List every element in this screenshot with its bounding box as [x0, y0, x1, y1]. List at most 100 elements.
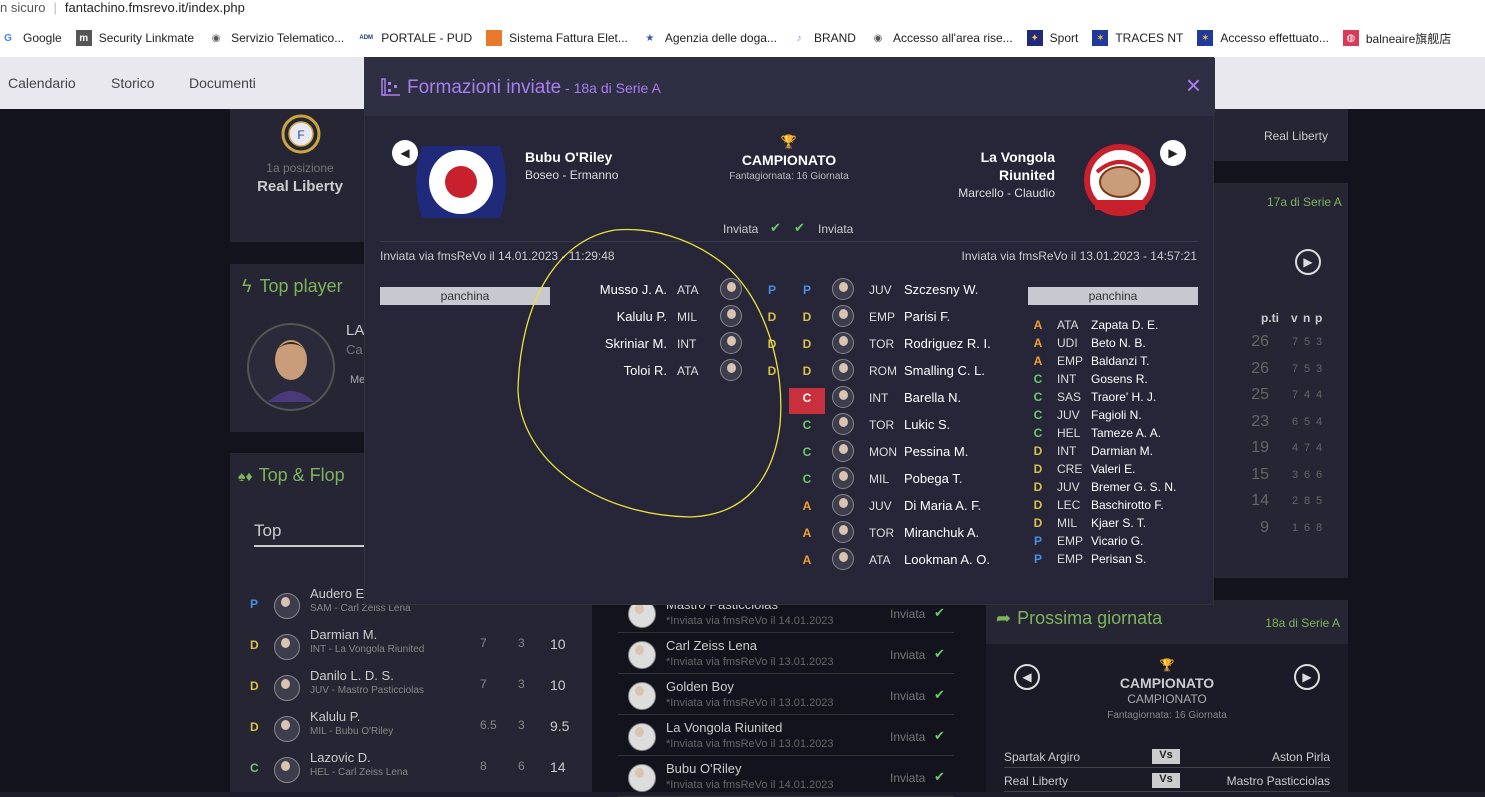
bench-player-club: EMP [1057, 552, 1084, 566]
tab-top[interactable]: Top [254, 521, 364, 547]
bookmark-item[interactable]: ◍ balneaire旗舰店 [1342, 30, 1451, 47]
bookmark-label: Security Linkmate [98, 31, 195, 45]
stat-b: 6 [518, 759, 525, 773]
bench-player-role: A [1033, 318, 1043, 332]
bookmark-item[interactable]: G Google [0, 30, 62, 46]
standings-n: 5 [1304, 336, 1311, 348]
player-avatar [832, 332, 854, 354]
away-team-name-line1: La Vongola [980, 149, 1055, 165]
sent-team-name: Golden Boy [666, 679, 734, 694]
stat-a: 7 [480, 677, 487, 691]
match-row[interactable]: Spartak Argiro Vs Aston Pirla [1004, 746, 1330, 768]
standings-points: 23 [1251, 412, 1269, 430]
standings-points: 26 [1251, 359, 1269, 377]
away-player-name[interactable]: Di Maria A. F. [904, 498, 981, 513]
away-status: Inviata [818, 222, 854, 236]
bookmark-item[interactable]: Sistema Fattura Elet... [486, 30, 628, 46]
bookmark-item[interactable]: ◉ Accesso all'area rise... [869, 30, 1013, 46]
bench-player-name[interactable]: Baldanzi T. [1091, 354, 1149, 368]
standings-p: 4 [1316, 389, 1323, 401]
vs-badge: Vs [1152, 773, 1180, 788]
away-player-name[interactable]: Parisi F. [904, 309, 950, 324]
address-bar[interactable]: n sicuro | fantachino.fmsrevo.it/index.php [0, 0, 245, 18]
hand-drawn-circle-annotation [517, 228, 782, 518]
bookmark-label: BRAND [813, 31, 856, 45]
bench-player-name[interactable]: Vicario G. [1091, 534, 1143, 548]
sent-row[interactable]: La Vongola Riunited *Inviata via fmsReVo … [618, 716, 954, 756]
standings-header: p.ti [1261, 311, 1279, 325]
bookmark-item[interactable]: m Security Linkmate [75, 30, 195, 46]
close-icon[interactable]: × [1186, 72, 1201, 98]
bookmark-item[interactable]: ADM PORTALE - PUD [358, 30, 472, 46]
brand-icon: ♪ [790, 30, 807, 46]
top-player-card: ϟ Top player LA Ca Me [230, 264, 370, 432]
standings-p: 3 [1316, 362, 1323, 375]
bench-player-name[interactable]: Gosens R. [1091, 372, 1148, 386]
bench-player-name[interactable]: Perisan S. [1091, 552, 1146, 566]
bench-player-name[interactable]: Tameze A. A. [1091, 426, 1161, 440]
bookmark-item[interactable]: ★ Agenzia delle doga... [641, 30, 777, 46]
stat-b: 3 [518, 718, 525, 732]
sent-when: *Inviata via fmsReVo il 14.01.2023 [666, 615, 834, 627]
standings-p: 8 [1316, 521, 1323, 534]
player-name[interactable]: Danilo L. D. S. [310, 668, 394, 683]
player-avatar [274, 593, 300, 619]
bench-player-role: D [1033, 462, 1043, 476]
bench-player-name[interactable]: Beto N. B. [1091, 336, 1146, 350]
player-name[interactable]: Lazovic D. [310, 750, 371, 765]
bench-player-name[interactable]: Valeri E. [1091, 462, 1135, 476]
sent-row[interactable]: Golden Boy *Inviata via fmsReVo il 13.01.… [618, 675, 954, 715]
fantagiornata-label: Fantagiornata: 16 Giornata [729, 171, 849, 182]
bookmark-item[interactable]: ✶ Accesso effettuato... [1197, 30, 1329, 46]
top-player-club: Ca [346, 342, 363, 357]
stat-c: 14 [550, 759, 566, 775]
away-player-role: A [802, 526, 812, 540]
bench-player-name[interactable]: Zapata D. E. [1091, 318, 1158, 332]
away-player-name[interactable]: Szczesny W. [904, 282, 978, 297]
bookmark-item[interactable]: ✦ Sport [1026, 30, 1078, 46]
leader-card: F 1a posizione Real Liberty [230, 109, 370, 242]
next-round-badge: 18a di Serie A [1265, 616, 1340, 630]
top-player-photo [247, 323, 335, 411]
bookmark-item[interactable]: ♪ BRAND [790, 30, 856, 46]
player-name[interactable]: Darmian M. [310, 627, 377, 642]
standings-p: 5 [1316, 495, 1323, 507]
bench-player-name[interactable]: Traore' H. J. [1091, 390, 1156, 404]
away-player-name[interactable]: Lookman A. O. [904, 552, 990, 567]
away-player-name[interactable]: Barella N. [904, 390, 961, 405]
match-home: Spartak Argiro [1004, 750, 1081, 764]
bench-player-name[interactable]: Kjaer S. T. [1091, 516, 1146, 530]
home-team-logo [416, 146, 506, 218]
sent-row[interactable]: Bubu O'Riley *Inviata via fmsReVo il 14.0… [618, 757, 954, 797]
bookmark-item[interactable]: ✶ TRACES NT [1092, 30, 1183, 46]
away-player-name[interactable]: Lukic S. [904, 417, 950, 432]
nav-item-documenti[interactable]: Documenti [189, 75, 256, 91]
bench-player-name[interactable]: Fagioli N. [1091, 408, 1142, 422]
away-player-name[interactable]: Pessina M. [904, 444, 968, 459]
nav-item-storico[interactable]: Storico [111, 75, 155, 91]
bench-player-role: C [1033, 372, 1043, 386]
player-name[interactable]: Audero E. [310, 586, 368, 601]
sent-when: *Inviata via fmsReVo il 13.01.2023 [666, 697, 834, 709]
away-player-name[interactable]: Miranchuk A. [904, 525, 979, 540]
competition-label: CAMPIONATO [741, 152, 837, 168]
bookmark-item[interactable]: ◉ Servizio Telematico... [208, 30, 344, 46]
away-player-name[interactable]: Smalling C. L. [904, 363, 985, 378]
match-row[interactable]: Real Liberty Vs Mastro Pasticciolas [1004, 770, 1330, 792]
sent-row[interactable]: Carl Zeiss Lena *Inviata via fmsReVo il 1… [618, 634, 954, 674]
away-player-name[interactable]: Rodriguez R. I. [904, 336, 991, 351]
away-player-name[interactable]: Pobega T. [904, 471, 962, 486]
bench-player-name[interactable]: Darmian M. [1091, 444, 1153, 458]
player-name[interactable]: Kalulu P. [310, 709, 360, 724]
bench-player-club: LEC [1057, 498, 1081, 512]
nav-item-calendario[interactable]: Calendario [8, 75, 76, 91]
bench-player-name[interactable]: Baschirotto F. [1091, 498, 1164, 512]
bench-player-name[interactable]: Bremer G. S. N. [1091, 480, 1176, 494]
player-sub: HEL - Carl Zeiss Lena [310, 767, 408, 778]
standings-header: p [1315, 311, 1323, 325]
standings-next-button[interactable]: ▶ [1295, 249, 1321, 275]
position-label: 1a posizione [266, 161, 334, 175]
match-home: Real Liberty [1004, 774, 1069, 788]
away-player-club: JUV [869, 499, 892, 513]
sent-team-name: Bubu O'Riley [666, 761, 742, 776]
